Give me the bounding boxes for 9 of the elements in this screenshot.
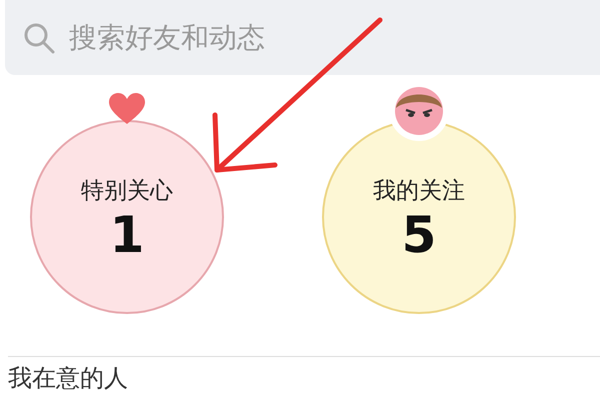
search-icon	[23, 22, 55, 54]
group-count: 5	[402, 210, 436, 260]
search-field[interactable]: 搜索好友和动态	[5, 0, 600, 75]
group-count: 1	[110, 210, 144, 260]
section-title: 我在意的人	[7, 363, 129, 393]
group-label: 特别关心	[81, 176, 173, 206]
heart-icon	[108, 92, 146, 126]
group-label: 我的关注	[373, 176, 465, 206]
group-card[interactable]: 特别关心 1	[30, 120, 224, 314]
